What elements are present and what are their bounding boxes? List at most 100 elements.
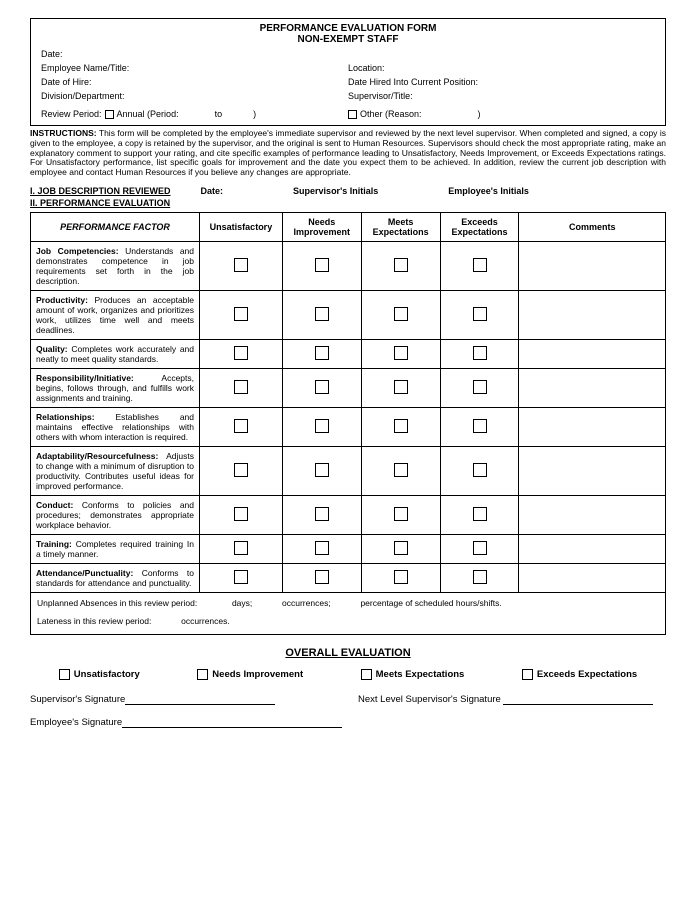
rating-cell <box>200 446 283 495</box>
rating-checkbox[interactable] <box>234 258 248 272</box>
rating-checkbox[interactable] <box>234 507 248 521</box>
rating-checkbox[interactable] <box>315 258 329 272</box>
rating-cell <box>200 290 283 339</box>
table-row: Job Competencies: Understands and demons… <box>31 241 666 290</box>
rating-cell <box>440 290 519 339</box>
next-supervisor-signature-line[interactable] <box>503 694 653 705</box>
rating-checkbox[interactable] <box>473 258 487 272</box>
rating-checkbox[interactable] <box>234 541 248 555</box>
rating-checkbox[interactable] <box>473 541 487 555</box>
rating-checkbox[interactable] <box>315 570 329 584</box>
col-meets-expectations: Meets Expectations <box>361 212 440 241</box>
label-overall-exceeds: Exceeds Expectations <box>537 669 637 680</box>
comments-cell[interactable] <box>519 534 666 563</box>
rating-checkbox[interactable] <box>234 463 248 477</box>
rating-checkbox[interactable] <box>234 380 248 394</box>
factor-cell: Productivity: Produces an acceptable amo… <box>31 290 200 339</box>
rating-cell <box>200 534 283 563</box>
rating-checkbox[interactable] <box>394 541 408 555</box>
section-1-emp-initials: Employee's Initials <box>448 186 529 196</box>
rating-cell <box>282 407 361 446</box>
rating-cell <box>282 534 361 563</box>
rating-cell <box>200 407 283 446</box>
rating-cell <box>200 339 283 368</box>
comments-cell[interactable] <box>519 407 666 446</box>
form-title-2: NON-EXEMPT STAFF <box>41 34 655 45</box>
rating-checkbox[interactable] <box>473 570 487 584</box>
rating-checkbox[interactable] <box>473 346 487 360</box>
rating-checkbox[interactable] <box>473 307 487 321</box>
comments-cell[interactable] <box>519 290 666 339</box>
rating-cell <box>282 241 361 290</box>
rating-checkbox[interactable] <box>315 419 329 433</box>
checkbox-overall-needs[interactable] <box>197 669 208 680</box>
factor-cell: Conduct: Conforms to policies and proced… <box>31 495 200 534</box>
rating-checkbox[interactable] <box>234 419 248 433</box>
rating-cell <box>282 290 361 339</box>
rating-checkbox[interactable] <box>234 346 248 360</box>
rating-checkbox[interactable] <box>315 463 329 477</box>
label-review-period: Review Period: <box>41 109 102 119</box>
label-overall-unsat: Unsatisfactory <box>74 669 140 680</box>
rating-checkbox[interactable] <box>473 463 487 477</box>
table-row: Training: Completes required training In… <box>31 534 666 563</box>
factor-name: Attendance/Punctuality: <box>36 568 133 578</box>
comments-cell[interactable] <box>519 368 666 407</box>
rating-cell <box>440 563 519 592</box>
evaluation-table: PERFORMANCE FACTOR Unsatisfactory Needs … <box>30 212 666 593</box>
rating-cell <box>361 407 440 446</box>
checkbox-overall-meets[interactable] <box>361 669 372 680</box>
rating-cell <box>200 368 283 407</box>
rating-checkbox[interactable] <box>394 419 408 433</box>
employee-signature-line[interactable] <box>122 717 342 728</box>
rating-cell <box>361 495 440 534</box>
occurrences-label-1: occurrences; <box>282 598 331 608</box>
comments-cell[interactable] <box>519 241 666 290</box>
rating-checkbox[interactable] <box>315 346 329 360</box>
checkbox-other[interactable] <box>348 110 357 119</box>
rating-checkbox[interactable] <box>394 507 408 521</box>
label-paren1: ) <box>253 109 256 119</box>
rating-cell <box>200 563 283 592</box>
label-date-hire: Date of Hire: <box>41 77 348 87</box>
rating-checkbox[interactable] <box>394 346 408 360</box>
supervisor-signature-line[interactable] <box>125 694 275 705</box>
rating-checkbox[interactable] <box>473 380 487 394</box>
rating-checkbox[interactable] <box>315 380 329 394</box>
label-annual: Annual (Period: <box>117 109 179 119</box>
rating-cell <box>282 368 361 407</box>
rating-checkbox[interactable] <box>315 541 329 555</box>
rating-cell <box>361 368 440 407</box>
rating-cell <box>282 339 361 368</box>
rating-cell <box>282 446 361 495</box>
rating-checkbox[interactable] <box>394 258 408 272</box>
checkbox-overall-unsat[interactable] <box>59 669 70 680</box>
comments-cell[interactable] <box>519 563 666 592</box>
factor-name: Responsibility/Initiative: <box>36 373 134 383</box>
overall-evaluation-title: OVERALL EVALUATION <box>30 647 666 659</box>
rating-checkbox[interactable] <box>315 307 329 321</box>
comments-cell[interactable] <box>519 339 666 368</box>
instructions: INSTRUCTIONS: This form will be complete… <box>30 129 666 178</box>
lateness-label: Lateness in this review period: <box>37 616 151 626</box>
label-location: Location: <box>348 63 655 73</box>
rating-checkbox[interactable] <box>234 570 248 584</box>
checkbox-overall-exceeds[interactable] <box>522 669 533 680</box>
rating-checkbox[interactable] <box>394 463 408 477</box>
checkbox-annual[interactable] <box>105 110 114 119</box>
rating-checkbox[interactable] <box>473 419 487 433</box>
percentage-label: percentage of scheduled hours/shifts. <box>360 598 501 608</box>
rating-checkbox[interactable] <box>315 507 329 521</box>
rating-checkbox[interactable] <box>394 307 408 321</box>
factor-name: Quality: <box>36 344 68 354</box>
rating-checkbox[interactable] <box>394 570 408 584</box>
rating-checkbox[interactable] <box>473 507 487 521</box>
table-row: Quality: Completes work accurately and n… <box>31 339 666 368</box>
form-title-1: PERFORMANCE EVALUATION FORM <box>41 23 655 34</box>
comments-cell[interactable] <box>519 446 666 495</box>
rating-checkbox[interactable] <box>234 307 248 321</box>
rating-cell <box>440 241 519 290</box>
rating-cell <box>200 241 283 290</box>
rating-checkbox[interactable] <box>394 380 408 394</box>
comments-cell[interactable] <box>519 495 666 534</box>
